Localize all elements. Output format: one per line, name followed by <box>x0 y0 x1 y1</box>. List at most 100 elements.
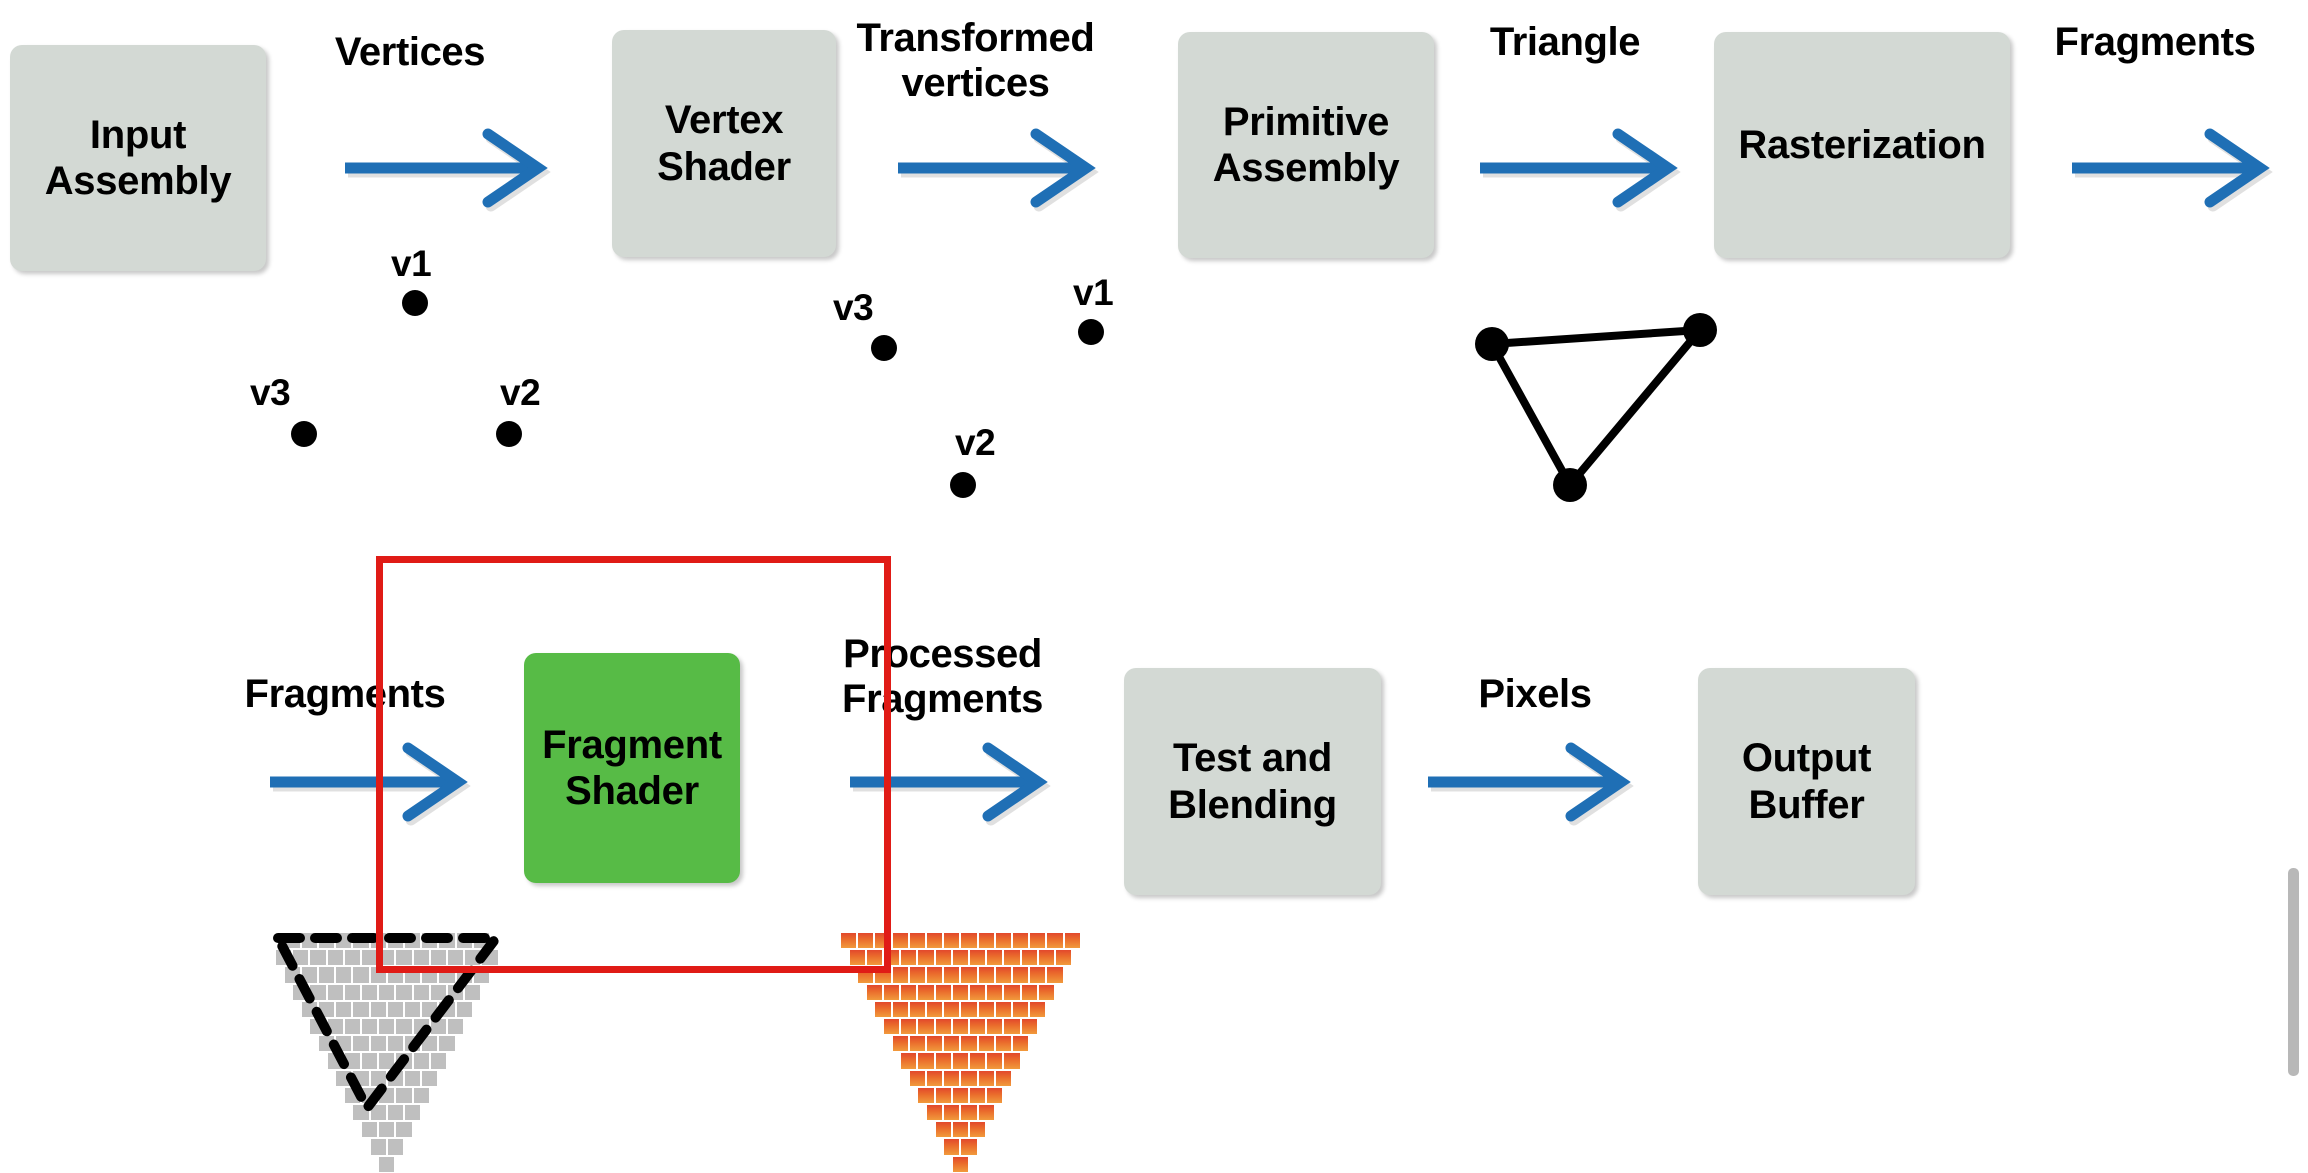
vertex-dot-input-vertices-v1 <box>402 290 428 316</box>
edge-label-transformed-vertices: Transformed vertices <box>856 16 1095 105</box>
vertex-label-transformed-vertices-v2: v2 <box>955 422 996 463</box>
fragment-cell <box>1029 1000 1047 1018</box>
fragment-cell <box>908 1000 926 1018</box>
fragment-cell <box>1020 983 1038 1001</box>
vertex-label-input-vertices-v3: v3 <box>250 372 291 413</box>
fragment-cell <box>960 1069 978 1087</box>
fragment-cell <box>891 1035 909 1053</box>
fragment-cell <box>369 1138 387 1156</box>
fragment-cell <box>951 983 969 1001</box>
fragment-cell <box>960 1104 978 1122</box>
fragment-cell <box>969 1086 987 1104</box>
fragment-cell <box>917 1018 935 1036</box>
fragment-cell <box>934 983 952 1001</box>
fragment-cell <box>969 983 987 1001</box>
fragment-cell <box>900 949 918 967</box>
fragment-cell <box>951 1121 969 1139</box>
fragment-cell <box>1012 1035 1030 1053</box>
fragment-cell <box>977 932 995 950</box>
fragment-cell <box>969 949 987 967</box>
fragment-cell <box>361 1121 379 1139</box>
fragment-cell <box>883 983 901 1001</box>
fragment-cell <box>1020 1018 1038 1036</box>
fragment-cell <box>1029 966 1047 984</box>
fragment-cell <box>1012 932 1030 950</box>
arrow-pixels <box>1428 742 1634 826</box>
fragment-cell <box>900 983 918 1001</box>
fragment-cell <box>986 1052 1004 1070</box>
fragment-cell <box>977 1035 995 1053</box>
fragment-cell <box>378 1155 396 1173</box>
scrollbar-thumb[interactable] <box>2288 868 2299 1076</box>
fragment-cell <box>917 1086 935 1104</box>
fragment-cell <box>960 932 978 950</box>
stage-box-rasterization: Rasterization <box>1714 32 2010 258</box>
fragment-cell <box>891 932 909 950</box>
fragment-cell <box>934 1052 952 1070</box>
stage-box-label: Rasterization <box>1738 122 1986 167</box>
fragment-cell <box>926 966 944 984</box>
stage-box-label: Vertex Shader <box>657 98 791 189</box>
fragment-cell <box>908 966 926 984</box>
fragment-cell <box>951 1018 969 1036</box>
fragment-cell <box>986 1018 1004 1036</box>
fragment-cell <box>1055 949 1073 967</box>
highlight-rect-fragment-shader-scope <box>376 556 891 973</box>
fragment-cell <box>926 1000 944 1018</box>
fragment-cell <box>900 1052 918 1070</box>
fragment-cell <box>951 1052 969 1070</box>
pipeline-diagram-canvas: Input Assembly Vertex Shader Primitive Ass… <box>0 0 2308 1173</box>
fragment-cell <box>943 1000 961 1018</box>
fragment-cell <box>1029 932 1047 950</box>
fragment-cell <box>986 983 1004 1001</box>
vertex-dot-input-vertices-v2 <box>496 421 522 447</box>
fragment-cell <box>943 1138 961 1156</box>
fragment-cell <box>865 983 883 1001</box>
edge-label-pixels: Pixels <box>1478 672 1592 716</box>
vertex-dot-transformed-vertices-v2 <box>950 472 976 498</box>
vertex-dot-transformed-vertices-v3 <box>871 335 897 361</box>
stage-box-vertex-shader: Vertex Shader <box>612 30 836 257</box>
edge-label-vertices: Vertices <box>334 30 486 74</box>
fragment-cell <box>969 1018 987 1036</box>
fragment-cell <box>934 949 952 967</box>
fragment-cell <box>969 1121 987 1139</box>
fragment-cell <box>951 1086 969 1104</box>
fragment-cell <box>883 1018 901 1036</box>
fragment-cell <box>977 1069 995 1087</box>
fragment-cell <box>386 1138 404 1156</box>
stage-box-label: Output Buffer <box>1741 736 1872 827</box>
fragment-cell <box>926 932 944 950</box>
fragment-cell <box>943 1035 961 1053</box>
fragment-cell <box>395 1121 413 1139</box>
edge-label-fragments-top: Fragments <box>2054 20 2256 64</box>
fragment-cell <box>960 1138 978 1156</box>
fragment-cell <box>943 966 961 984</box>
arrow-triangle <box>1480 128 1681 212</box>
fragment-cell <box>977 1104 995 1122</box>
fragment-cell <box>926 1069 944 1087</box>
fragment-cell <box>986 949 1004 967</box>
fragment-cell <box>926 1035 944 1053</box>
fragment-cell <box>960 966 978 984</box>
fragment-cell <box>994 1000 1012 1018</box>
fragment-cell <box>891 966 909 984</box>
fragment-cell <box>908 932 926 950</box>
fragment-cell <box>908 1069 926 1087</box>
arrow-transformed-vertices <box>898 128 1099 212</box>
vertex-label-input-vertices-v2: v2 <box>500 372 541 413</box>
fragment-cell <box>917 983 935 1001</box>
vertex-dot-transformed-vertices-v1 <box>1078 319 1104 345</box>
fragment-cell <box>1037 983 1055 1001</box>
fragment-cell <box>994 1035 1012 1053</box>
fragment-cell <box>1037 949 1055 967</box>
fragment-cell <box>908 1035 926 1053</box>
fragment-cell <box>934 1018 952 1036</box>
fragment-cell <box>926 1104 944 1122</box>
vertex-label-input-vertices-v1: v1 <box>391 243 432 284</box>
fragment-cell <box>951 1155 969 1173</box>
fragment-cell <box>1003 1052 1021 1070</box>
fragment-cell <box>960 1000 978 1018</box>
stage-box-label: Input Assembly <box>44 112 232 203</box>
fragment-cell <box>1012 966 1030 984</box>
